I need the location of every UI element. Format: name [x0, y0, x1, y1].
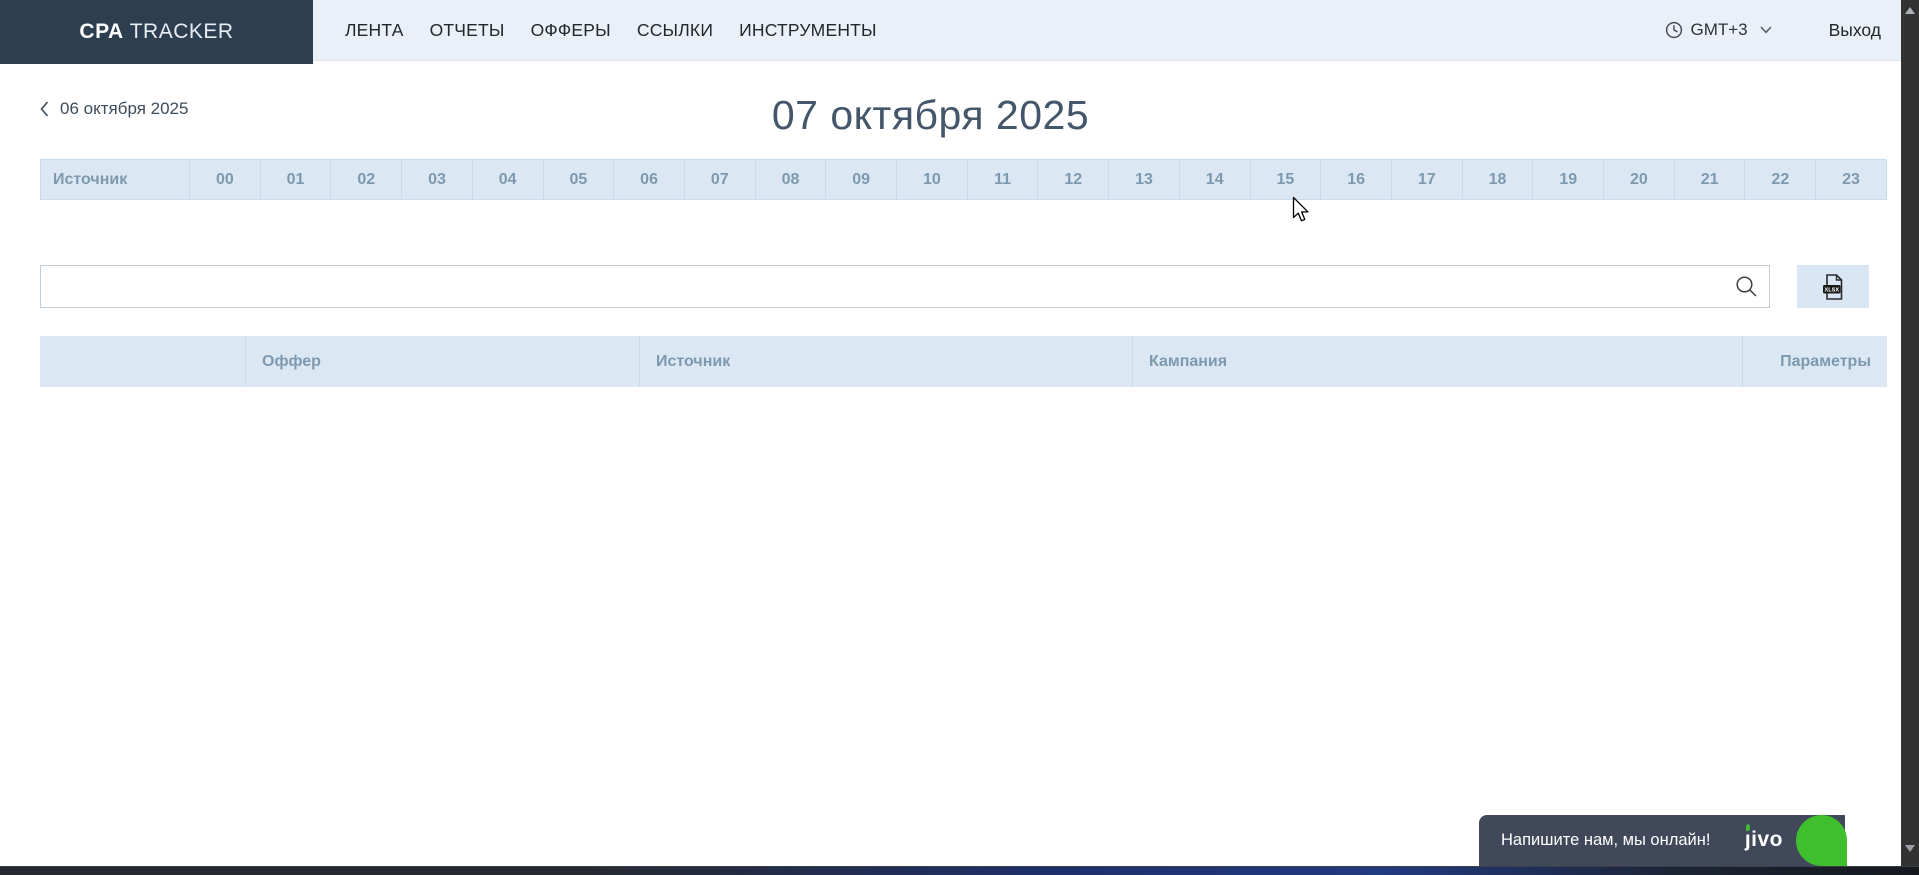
- bottom-edge-strip: [0, 866, 1919, 875]
- chat-message: Напишите нам, мы онлайн!: [1479, 831, 1710, 850]
- search-input[interactable]: [40, 265, 1770, 308]
- nav-item-4[interactable]: ИНСТРУМЕНТЫ: [726, 20, 890, 40]
- app-logo[interactable]: CPA TRACKER: [0, 0, 313, 64]
- results-table-header: ОфферИсточникКампанияПараметры: [40, 336, 1887, 387]
- hour-column-header-4: 04: [472, 160, 543, 199]
- chevron-down-icon: [1760, 26, 1772, 34]
- page-title: 07 октября 2025: [0, 89, 1861, 141]
- hour-column-header-14: 14: [1179, 160, 1250, 199]
- hour-column-header-7: 07: [684, 160, 755, 199]
- hour-column-header-15: 15: [1250, 160, 1321, 199]
- scroll-up-arrow-icon[interactable]: [1905, 7, 1915, 14]
- hour-column-header-21: 21: [1674, 160, 1745, 199]
- nav-item-1[interactable]: ОТЧЕТЫ: [417, 20, 518, 40]
- hour-column-header-3: 03: [401, 160, 472, 199]
- chat-widget[interactable]: Напишите нам, мы онлайн! ȷivo: [1479, 815, 1845, 866]
- hour-column-header-5: 05: [543, 160, 614, 199]
- results-column-header-4: Параметры: [1742, 336, 1887, 387]
- hours-header-row: Источник 0001020304050607080910111213141…: [40, 159, 1887, 200]
- hour-column-header-6: 06: [613, 160, 684, 199]
- toolbar: XLSX: [40, 265, 1887, 308]
- nav-item-0[interactable]: ЛЕНТА: [332, 20, 417, 40]
- nav-item-3[interactable]: ССЫЛКИ: [624, 20, 726, 40]
- previous-date-label: 06 октября 2025: [60, 99, 188, 119]
- clock-icon: [1665, 21, 1683, 39]
- main-nav: ЛЕНТАОТЧЕТЫОФФЕРЫССЫЛКИИНСТРУМЕНТЫ GMT+3…: [313, 0, 1919, 61]
- source-column-header: Источник: [41, 160, 189, 199]
- export-xlsx-button[interactable]: XLSX: [1797, 265, 1869, 308]
- vertical-scrollbar[interactable]: [1901, 0, 1919, 866]
- brand-light: TRACKER: [130, 20, 234, 44]
- hour-column-header-2: 02: [330, 160, 401, 199]
- scroll-down-arrow-icon[interactable]: [1905, 845, 1915, 852]
- hour-column-header-13: 13: [1108, 160, 1179, 199]
- chevron-left-icon: [40, 101, 49, 117]
- hour-column-header-0: 00: [189, 160, 260, 199]
- jivo-leaf-icon: [1796, 815, 1847, 866]
- hour-column-header-12: 12: [1037, 160, 1108, 199]
- results-column-header-0: [40, 336, 245, 387]
- jivo-logo: ȷivo: [1745, 828, 1783, 852]
- hour-column-header-1: 01: [260, 160, 331, 199]
- nav-right: GMT+3 Выход: [1665, 20, 1881, 41]
- hour-column-header-10: 10: [896, 160, 967, 199]
- search-field-wrap: [40, 265, 1770, 308]
- hour-column-header-20: 20: [1603, 160, 1674, 199]
- previous-date-link[interactable]: 06 октября 2025: [40, 99, 188, 119]
- hour-column-header-8: 08: [755, 160, 826, 199]
- hour-column-header-9: 09: [825, 160, 896, 199]
- hour-column-header-19: 19: [1532, 160, 1603, 199]
- hour-column-header-18: 18: [1462, 160, 1533, 199]
- results-column-header-1: Оффер: [245, 336, 639, 387]
- hour-column-header-17: 17: [1391, 160, 1462, 199]
- hour-column-header-11: 11: [967, 160, 1038, 199]
- timezone-label: GMT+3: [1690, 20, 1747, 40]
- hour-column-header-23: 23: [1815, 160, 1886, 199]
- xlsx-badge-label: XLSX: [1824, 287, 1839, 293]
- jivo-logo-rest: ivo: [1751, 828, 1783, 851]
- app-header: CPA TRACKER ЛЕНТАОТЧЕТЫОФФЕРЫССЫЛКИИНСТР…: [0, 0, 1919, 61]
- results-column-header-2: Источник: [639, 336, 1132, 387]
- nav-item-2[interactable]: ОФФЕРЫ: [518, 20, 624, 40]
- logout-link[interactable]: Выход: [1829, 20, 1881, 41]
- xlsx-file-icon: XLSX: [1820, 273, 1846, 301]
- hour-column-header-16: 16: [1320, 160, 1391, 199]
- timezone-dropdown[interactable]: GMT+3: [1665, 20, 1771, 40]
- results-column-header-3: Кампания: [1132, 336, 1742, 387]
- mouse-cursor: [1292, 196, 1311, 223]
- hour-column-header-22: 22: [1744, 160, 1815, 199]
- date-navigation: 06 октября 2025 07 октября 2025: [0, 89, 1919, 147]
- brand-bold: CPA: [79, 20, 123, 44]
